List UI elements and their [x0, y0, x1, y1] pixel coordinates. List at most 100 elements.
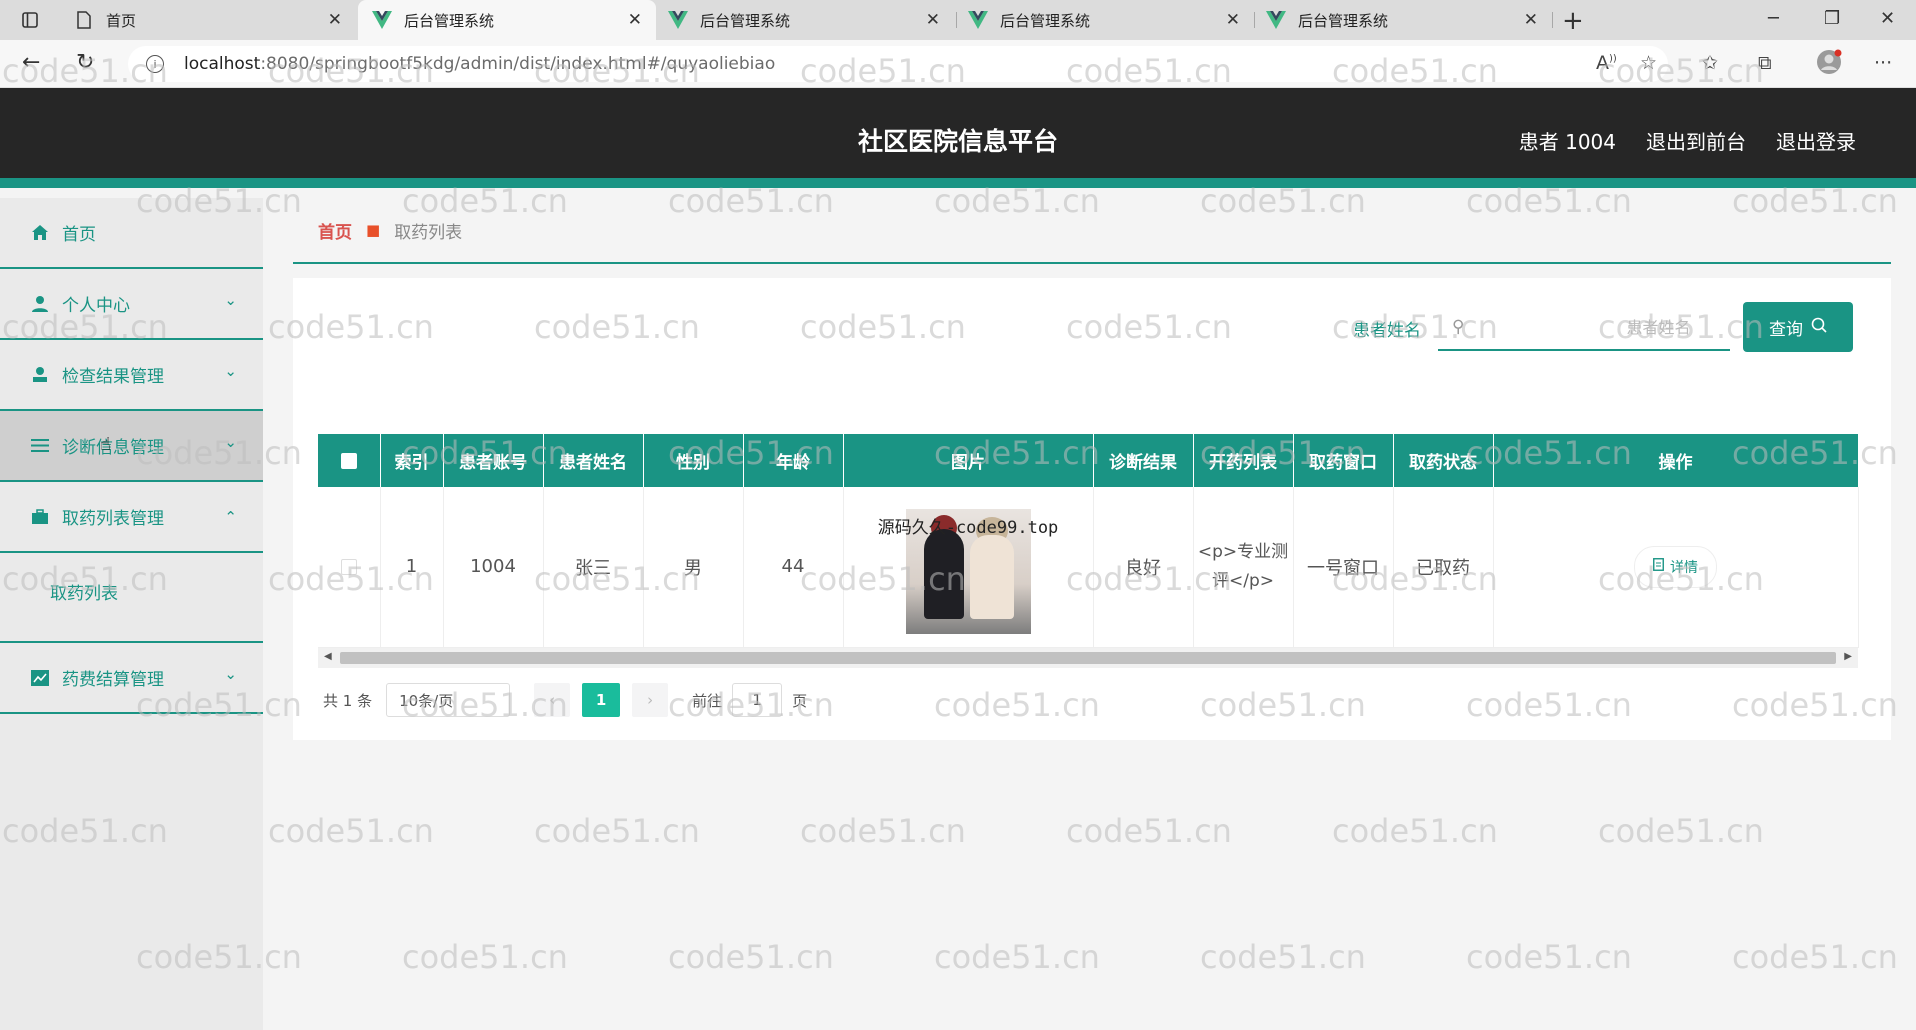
- breadcrumb-home[interactable]: 首页: [318, 218, 352, 243]
- close-tab-icon[interactable]: ✕: [926, 10, 940, 30]
- favorites-list-icon[interactable]: ✩: [1702, 52, 1718, 74]
- logout-link[interactable]: 退出登录: [1776, 126, 1856, 155]
- sidebar-subitem-label: 取药列表: [50, 584, 118, 604]
- close-tab-icon[interactable]: ✕: [1524, 10, 1538, 30]
- new-tab-icon[interactable]: +: [1562, 6, 1584, 36]
- back-icon[interactable]: ←: [22, 50, 40, 75]
- watermark-text: code51.cn: [1732, 938, 1898, 976]
- browser-tab-bar: 首页 ✕ 后台管理系统 ✕ 后台管理系统 ✕ 后台管理系统 ✕ 后台管理系统 ✕…: [0, 0, 1916, 40]
- row-checkbox[interactable]: [340, 559, 357, 576]
- user-icon: [30, 294, 50, 314]
- scroll-right-icon[interactable]: ▶: [1844, 651, 1852, 662]
- sidebar-item-label: 首页: [62, 225, 96, 245]
- scrollbar-thumb[interactable]: [340, 652, 1836, 664]
- screen: 首页 ✕ 后台管理系统 ✕ 后台管理系统 ✕ 后台管理系统 ✕ 后台管理系统 ✕…: [0, 0, 1916, 1030]
- reload-icon[interactable]: ↻: [76, 50, 94, 75]
- row-checkbox-cell[interactable]: [318, 487, 381, 648]
- app-header: 社区医院信息平台 患者 1004 退出到前台 退出登录: [0, 88, 1916, 188]
- read-aloud-icon[interactable]: A)): [1596, 52, 1617, 74]
- close-tab-icon[interactable]: ✕: [1226, 10, 1240, 30]
- cell-prescription: <p>专业测评</p>: [1193, 487, 1294, 648]
- cell-window: 一号窗口: [1293, 487, 1394, 648]
- sidebar-item-diagnosis[interactable]: 诊断信息管理 ⌄: [0, 411, 263, 482]
- sidebar-item-label: 药费结算管理: [62, 670, 164, 690]
- detail-button[interactable]: 详情: [1634, 545, 1717, 588]
- column-header: 取药窗口: [1293, 434, 1394, 487]
- close-tab-icon[interactable]: ✕: [628, 10, 642, 30]
- scroll-left-icon[interactable]: ◀: [324, 651, 332, 662]
- prescription-text: <p>专业测评</p>: [1197, 541, 1289, 591]
- chevron-down-icon: ⌄: [224, 665, 237, 683]
- page-icon: [74, 10, 94, 30]
- user-stamp-icon: [30, 365, 50, 385]
- goto-page-input[interactable]: [732, 683, 783, 717]
- back-to-front-link[interactable]: 退出到前台: [1646, 126, 1746, 155]
- chevron-up-icon: ⌃: [224, 508, 237, 526]
- restore-icon[interactable]: ❐: [1824, 8, 1840, 29]
- watermark-text: code51.cn: [402, 938, 568, 976]
- sidebar: 首页 个人中心 ⌄ 检查结果管理 ⌄ 诊断信息管理 ⌄ 取药列表管理 ⌃ 取药列…: [0, 198, 263, 1030]
- select-all-checkbox[interactable]: [318, 434, 381, 487]
- detail-button-label: 详情: [1670, 559, 1698, 576]
- chart-icon: [30, 668, 50, 688]
- sidebar-item-label: 检查结果管理: [62, 367, 164, 387]
- vue-logo-icon: [372, 10, 392, 30]
- tab-title: 首页: [106, 11, 137, 30]
- image-caption: 源码久久-code99.top: [877, 518, 1059, 538]
- browser-tab-admin[interactable]: 后台管理系统 ✕: [658, 0, 954, 40]
- patient-name-input[interactable]: [1474, 317, 1725, 337]
- minimize-icon[interactable]: ─: [1768, 8, 1779, 29]
- watermark-text: code51.cn: [534, 812, 700, 850]
- page-size-value: 10条/页: [399, 691, 454, 710]
- tab-title: 后台管理系统: [700, 11, 791, 30]
- table-row: 1 1004 张三 男 44 源码久久-code99.top 良好 <p>专业测…: [318, 487, 1859, 648]
- header-links: 患者 1004 退出到前台 退出登录: [1519, 126, 1856, 155]
- prev-page-button[interactable]: ‹: [534, 683, 571, 717]
- page-suffix: 页: [792, 691, 808, 710]
- tab-title: 后台管理系统: [404, 11, 495, 30]
- url-text: localhost:8080/springbootf5kdg/admin/dis…: [184, 54, 775, 74]
- home-icon: [30, 223, 50, 243]
- tab-actions-icon[interactable]: [14, 8, 46, 32]
- browser-tab-admin[interactable]: 后台管理系统 ✕: [1256, 0, 1552, 40]
- browser-tab-home[interactable]: 首页 ✕: [60, 0, 356, 40]
- sidebar-item-personal-center[interactable]: 个人中心 ⌄: [0, 269, 263, 340]
- favorite-icon[interactable]: ☆: [1640, 52, 1657, 74]
- current-user: 患者 1004: [1518, 130, 1616, 154]
- sidebar-subitem-medicine-list[interactable]: 取药列表: [0, 553, 263, 643]
- query-button[interactable]: 查询: [1743, 302, 1853, 352]
- sidebar-item-medicine-list[interactable]: 取药列表管理 ⌃: [0, 482, 263, 553]
- column-header: 图片: [843, 434, 1094, 487]
- chevron-down-icon: ⌄: [224, 433, 237, 451]
- watermark-text: code51.cn: [1332, 812, 1498, 850]
- tab-title: 后台管理系统: [1298, 11, 1389, 30]
- browser-tab-admin-active[interactable]: 后台管理系统 ✕: [358, 0, 656, 40]
- more-menu-icon[interactable]: ···: [1874, 52, 1892, 74]
- column-header: 取药状态: [1393, 434, 1494, 487]
- column-header: 开药列表: [1193, 434, 1294, 487]
- cell-status: 已取药: [1393, 487, 1494, 648]
- collections-icon[interactable]: ⧉: [1758, 52, 1772, 74]
- watermark-text: code51.cn: [268, 812, 434, 850]
- page-number-current[interactable]: 1: [582, 683, 621, 717]
- sidebar-item-fee-settlement[interactable]: 药费结算管理 ⌄: [0, 643, 263, 714]
- page-size-select[interactable]: 10条/页: [386, 683, 511, 717]
- sidebar-item-exam-results[interactable]: 检查结果管理 ⌄: [0, 340, 263, 411]
- search-label: 患者姓名: [1353, 321, 1421, 341]
- window-close-icon[interactable]: ✕: [1880, 8, 1895, 29]
- horizontal-scrollbar[interactable]: ◀ ▶: [318, 648, 1858, 668]
- site-info-icon[interactable]: i: [146, 55, 164, 73]
- url-field[interactable]: i localhost:8080/springbootf5kdg/admin/d…: [128, 46, 1668, 82]
- browser-tab-admin[interactable]: 后台管理系统 ✕: [958, 0, 1254, 40]
- tab-separator: [956, 12, 957, 28]
- close-tab-icon[interactable]: ✕: [328, 10, 342, 30]
- checkbox[interactable]: [340, 452, 357, 469]
- next-page-button[interactable]: ›: [632, 683, 669, 717]
- cell-account: 1004: [443, 487, 544, 648]
- tab-separator: [1254, 12, 1255, 28]
- patient-name-search[interactable]: ⚲: [1438, 305, 1730, 351]
- profile-avatar-icon[interactable]: [1816, 49, 1842, 80]
- sidebar-item-home[interactable]: 首页: [0, 198, 263, 269]
- cell-name: 张三: [543, 487, 644, 648]
- vue-logo-icon: [968, 10, 988, 30]
